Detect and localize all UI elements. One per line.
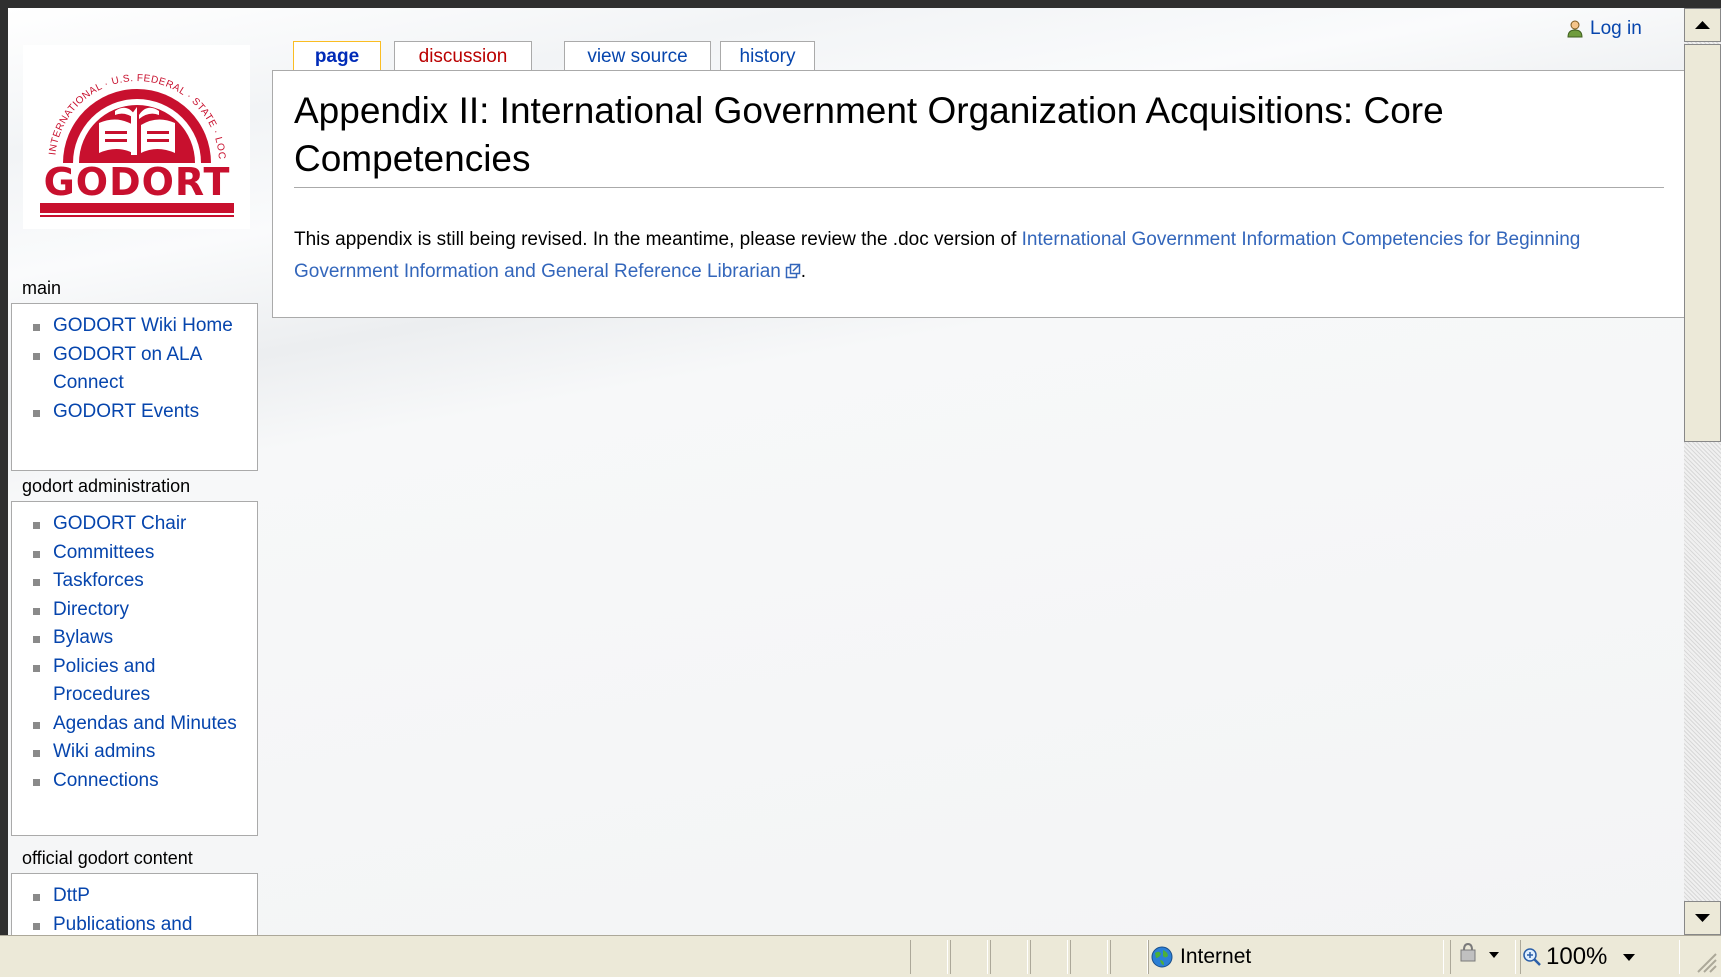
sidebar-item[interactable]: DttP	[12, 882, 257, 911]
sidebar-item-label: Committees	[53, 541, 155, 563]
bullet-icon	[33, 409, 40, 417]
tab-history[interactable]: history	[720, 41, 815, 71]
user-icon	[1567, 20, 1583, 38]
sidebar-item-label: Wiki admins	[53, 741, 156, 762]
bullet-icon	[33, 579, 40, 586]
bullet-icon	[33, 324, 40, 331]
sidebar-item-label: GODORT on ALA Connect	[53, 343, 202, 394]
status-pane	[990, 940, 1028, 974]
godort-logo[interactable]: INTERNATIONAL · U.S. FEDERAL · STATE · L…	[23, 45, 250, 229]
zoom-icon	[1523, 948, 1541, 966]
sidebar-item-label: Agendas and Minutes	[53, 712, 237, 734]
bullet-icon	[33, 664, 40, 672]
sidebar-item[interactable]: Committees	[12, 539, 257, 568]
protected-mode-icon	[1460, 942, 1499, 962]
sidebar-item[interactable]: GODORT Chair	[12, 510, 257, 539]
sidebar-item-label: Directory	[53, 598, 130, 620]
portlet-official: DttP Publications and	[11, 873, 258, 935]
sidebar-item[interactable]: Publications and	[12, 911, 257, 936]
bullet-icon	[33, 750, 40, 757]
status-pane	[950, 940, 988, 974]
portlet-main: GODORT Wiki Home GODORT on ALA Connect GOD…	[11, 303, 258, 471]
sidebar-item[interactable]: Directory	[12, 596, 257, 625]
resize-grip-icon[interactable]	[1690, 946, 1718, 974]
sidebar-item[interactable]: Policies and Procedures	[12, 653, 257, 710]
portlet-title-admin: godort administration	[22, 476, 191, 496]
body-text-suffix: .	[800, 261, 806, 282]
sidebar-item[interactable]: Taskforces	[12, 567, 257, 596]
tab-discussion[interactable]: discussion	[394, 41, 532, 71]
status-pane	[910, 940, 948, 974]
bullet-icon	[33, 778, 40, 786]
sidebar-item-label: Publications and	[53, 913, 193, 935]
globe-icon	[1151, 946, 1173, 968]
external-link-icon	[785, 263, 800, 279]
body-paragraph: This appendix is still being revised. In…	[294, 224, 1684, 288]
portlet-title-official: official godort content	[22, 848, 193, 868]
main-nav-list: GODORT Wiki Home GODORT on ALA Connect GOD…	[12, 312, 257, 426]
zoom-level: 100%	[1546, 943, 1608, 970]
sidebar-item[interactable]: Wiki admins	[12, 738, 257, 767]
status-pane	[1070, 940, 1108, 974]
official-nav-list: DttP Publications and	[12, 882, 257, 935]
bullet-icon	[33, 352, 40, 360]
content-area: Appendix II: International Government Or…	[272, 70, 1684, 318]
sidebar-item[interactable]: Bylaws	[12, 624, 257, 653]
bullet-icon	[33, 522, 40, 529]
status-bar: Internet 100%	[0, 935, 1721, 977]
tab-view-source[interactable]: view source	[564, 41, 711, 71]
scroll-down-button[interactable]	[1684, 901, 1721, 935]
sidebar-item-label: GODORT Chair	[53, 513, 187, 534]
vertical-scrollbar[interactable]	[1684, 8, 1721, 935]
godort-logo-graphic: INTERNATIONAL · U.S. FEDERAL · STATE · L…	[23, 45, 234, 217]
security-zone-label: Internet	[1180, 945, 1252, 968]
bullet-icon	[33, 636, 40, 643]
bullet-icon	[33, 922, 40, 930]
protected-mode-pane[interactable]	[1450, 940, 1516, 974]
sidebar-item-label: Policies and Procedures	[53, 655, 156, 706]
portlet-admin: GODORT Chair Committees Taskforces Director…	[11, 501, 258, 836]
arrow-down-icon	[1695, 914, 1710, 922]
scroll-up-button[interactable]	[1684, 8, 1721, 42]
sidebar-item[interactable]: Connections	[12, 767, 257, 796]
bullet-icon	[33, 721, 40, 729]
sidebar-item-label: Connections	[53, 769, 159, 791]
chevron-down-icon	[1623, 954, 1636, 961]
bullet-icon	[33, 550, 40, 558]
sidebar-item[interactable]: GODORT Wiki Home	[12, 312, 257, 341]
login-label: Log in	[1590, 18, 1642, 39]
sidebar-item-label: Bylaws	[53, 627, 114, 648]
sidebar-item-label: GODORT Events	[53, 400, 200, 422]
bullet-icon	[33, 894, 40, 901]
sidebar-item-label: Taskforces	[53, 570, 144, 591]
scroll-thumb[interactable]	[1684, 44, 1721, 442]
status-pane	[1030, 940, 1068, 974]
sidebar-item-label: DttP	[53, 885, 90, 906]
arrow-up-icon	[1695, 21, 1710, 29]
logo-text: GODORT	[44, 160, 231, 204]
sidebar-item[interactable]: GODORT Events	[12, 398, 257, 427]
security-zone[interactable]: Internet	[1150, 940, 1251, 974]
status-pane	[1110, 940, 1148, 974]
browser-viewport: INTERNATIONAL · U.S. FEDERAL · STATE · L…	[8, 8, 1684, 935]
portlet-title-main: main	[22, 278, 62, 298]
login-link[interactable]: Log in	[1566, 18, 1642, 40]
zoom-control[interactable]: 100%	[1522, 940, 1641, 974]
page-title: Appendix II: International Government Or…	[294, 87, 1664, 188]
body-text: This appendix is still being revised. In…	[294, 229, 1022, 250]
admin-nav-list: GODORT Chair Committees Taskforces Director…	[12, 510, 257, 795]
bullet-icon	[33, 607, 40, 615]
tab-page[interactable]: page	[293, 41, 381, 73]
sidebar-item[interactable]: GODORT on ALA Connect	[12, 341, 257, 398]
sidebar-item-label: GODORT Wiki Home	[53, 315, 233, 336]
sidebar-item[interactable]: Agendas and Minutes	[12, 710, 257, 739]
